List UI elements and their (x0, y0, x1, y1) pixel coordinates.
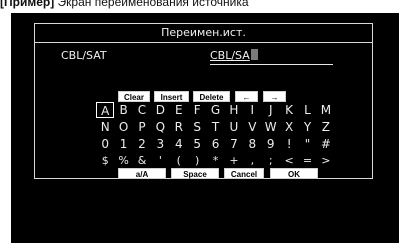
key-t[interactable]: T (206, 119, 224, 135)
key-7[interactable]: 7 (225, 136, 243, 152)
delete-button[interactable]: Delete (193, 91, 230, 102)
key-k[interactable]: K (280, 102, 298, 118)
key-6[interactable]: 6 (206, 136, 224, 152)
key-y[interactable]: Y (298, 119, 316, 135)
key-e[interactable]: E (170, 102, 188, 118)
key-g[interactable]: G (206, 102, 224, 118)
clear-button[interactable]: Clear (118, 91, 150, 102)
osd-screen: Переимен.ист. CBL/SAT CBL/SA Clear Inser… (11, 13, 399, 243)
key-s[interactable]: S (188, 119, 206, 135)
key-n[interactable]: N (96, 119, 114, 135)
keyboard-row-3: 0 1 2 3 4 5 6 7 8 9 ! " # (96, 136, 335, 152)
key-comma[interactable]: , (243, 153, 261, 169)
key-l[interactable]: L (298, 102, 316, 118)
key-3[interactable]: 3 (151, 136, 169, 152)
key-a[interactable]: A (96, 102, 115, 118)
cursor-right-button[interactable]: → (263, 91, 286, 102)
key-paren-close[interactable]: ) (188, 153, 206, 169)
source-name-value: CBL/SA (210, 49, 250, 62)
key-percent[interactable]: % (114, 153, 132, 169)
key-plus[interactable]: + (225, 153, 243, 169)
keyboard-row-1: A B C D E F G H I J K L M (96, 102, 335, 118)
cancel-button[interactable]: Cancel (224, 168, 264, 179)
key-c[interactable]: C (133, 102, 151, 118)
text-cursor (250, 49, 258, 60)
key-r[interactable]: R (170, 119, 188, 135)
cursor-left-button[interactable]: ← (235, 91, 258, 102)
caption-prefix: [Пример] (0, 0, 55, 9)
key-asterisk[interactable]: * (206, 153, 224, 169)
key-h[interactable]: H (225, 102, 243, 118)
insert-button[interactable]: Insert (154, 91, 189, 102)
key-4[interactable]: 4 (170, 136, 188, 152)
key-o[interactable]: O (114, 119, 132, 135)
ok-button[interactable]: OK (270, 168, 318, 179)
key-q[interactable]: Q (151, 119, 169, 135)
key-b[interactable]: B (114, 102, 132, 118)
rename-source-dialog: Переимен.ист. CBL/SAT CBL/SA Clear Inser… (34, 23, 373, 179)
key-u[interactable]: U (225, 119, 243, 135)
caption-text: Экран переименования источника (54, 0, 249, 9)
key-5[interactable]: 5 (188, 136, 206, 152)
key-equals[interactable]: = (298, 153, 316, 169)
key-greater-than[interactable]: > (317, 153, 335, 169)
key-quote[interactable]: " (298, 136, 316, 152)
case-toggle-button[interactable]: a/A (118, 168, 166, 179)
key-8[interactable]: 8 (243, 136, 261, 152)
space-button[interactable]: Space (171, 168, 219, 179)
source-name-field[interactable]: CBL/SA (210, 48, 333, 65)
key-semicolon[interactable]: ; (262, 153, 280, 169)
key-v[interactable]: V (243, 119, 261, 135)
key-hash[interactable]: # (317, 136, 335, 152)
keyboard-row-2: N O P Q R S T U V W X Y Z (96, 119, 335, 135)
key-f[interactable]: F (188, 102, 206, 118)
key-2[interactable]: 2 (133, 136, 151, 152)
key-1[interactable]: 1 (114, 136, 132, 152)
key-x[interactable]: X (280, 119, 298, 135)
key-exclamation[interactable]: ! (280, 136, 298, 152)
key-w[interactable]: W (262, 119, 280, 135)
key-paren-open[interactable]: ( (170, 153, 188, 169)
title-divider (35, 42, 372, 43)
key-d[interactable]: D (151, 102, 169, 118)
source-label: CBL/SAT (61, 49, 107, 62)
key-i[interactable]: I (243, 102, 261, 118)
keyboard-row-4: $ % & ' ( ) * + , ; < = > (96, 153, 335, 169)
key-dollar[interactable]: $ (96, 153, 114, 169)
key-p[interactable]: P (133, 119, 151, 135)
key-ampersand[interactable]: & (133, 153, 151, 169)
dialog-title: Переимен.ист. (161, 26, 246, 39)
key-apostrophe[interactable]: ' (151, 153, 169, 169)
page-caption: [Пример] Экран переименования источника (0, 0, 410, 11)
key-9[interactable]: 9 (262, 136, 280, 152)
key-j[interactable]: J (262, 102, 280, 118)
key-z[interactable]: Z (317, 119, 335, 135)
key-m[interactable]: M (317, 102, 335, 118)
key-0[interactable]: 0 (96, 136, 114, 152)
key-less-than[interactable]: < (280, 153, 298, 169)
